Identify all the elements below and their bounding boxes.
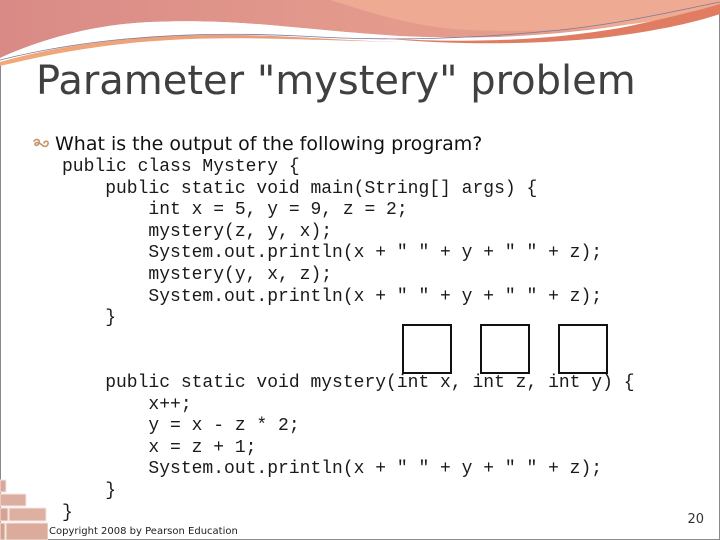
- answer-box-z[interactable]: [480, 324, 530, 374]
- bullet-text: What is the output of the following prog…: [55, 133, 483, 155]
- code-block: public class Mystery { public static voi…: [62, 157, 635, 524]
- bullet-question: What is the output of the following prog…: [32, 133, 482, 155]
- copyright-text: Copyright 2008 by Pearson Education: [49, 526, 238, 537]
- code-line: x++;: [62, 394, 192, 415]
- answer-box-x[interactable]: [402, 324, 452, 374]
- page-number: 20: [687, 512, 704, 527]
- code-line: }: [62, 308, 117, 329]
- code-line: y = x - z * 2;: [62, 416, 300, 437]
- code-line: public static void mystery(int x, int z,…: [62, 372, 635, 393]
- code-line: }: [62, 480, 117, 501]
- curl-bullet-icon: [33, 138, 49, 148]
- bricks-decoration: [0, 479, 48, 540]
- code-line: System.out.println(x + " " + y + " " + z…: [62, 243, 603, 264]
- code-line: public class Mystery {: [62, 157, 300, 177]
- code-line: mystery(y, x, z);: [62, 264, 333, 285]
- code-line: x = z + 1;: [62, 437, 257, 458]
- code-line: mystery(z, y, x);: [62, 221, 333, 242]
- code-line: System.out.println(x + " " + y + " " + z…: [62, 286, 603, 307]
- code-line: public static void main(String[] args) {: [62, 178, 538, 199]
- code-line: }: [62, 502, 73, 523]
- answer-box-y[interactable]: [558, 324, 608, 374]
- slide-title: Parameter "mystery" problem: [36, 58, 636, 104]
- code-line: int x = 5, y = 9, z = 2;: [62, 200, 408, 221]
- code-line: System.out.println(x + " " + y + " " + z…: [62, 459, 603, 480]
